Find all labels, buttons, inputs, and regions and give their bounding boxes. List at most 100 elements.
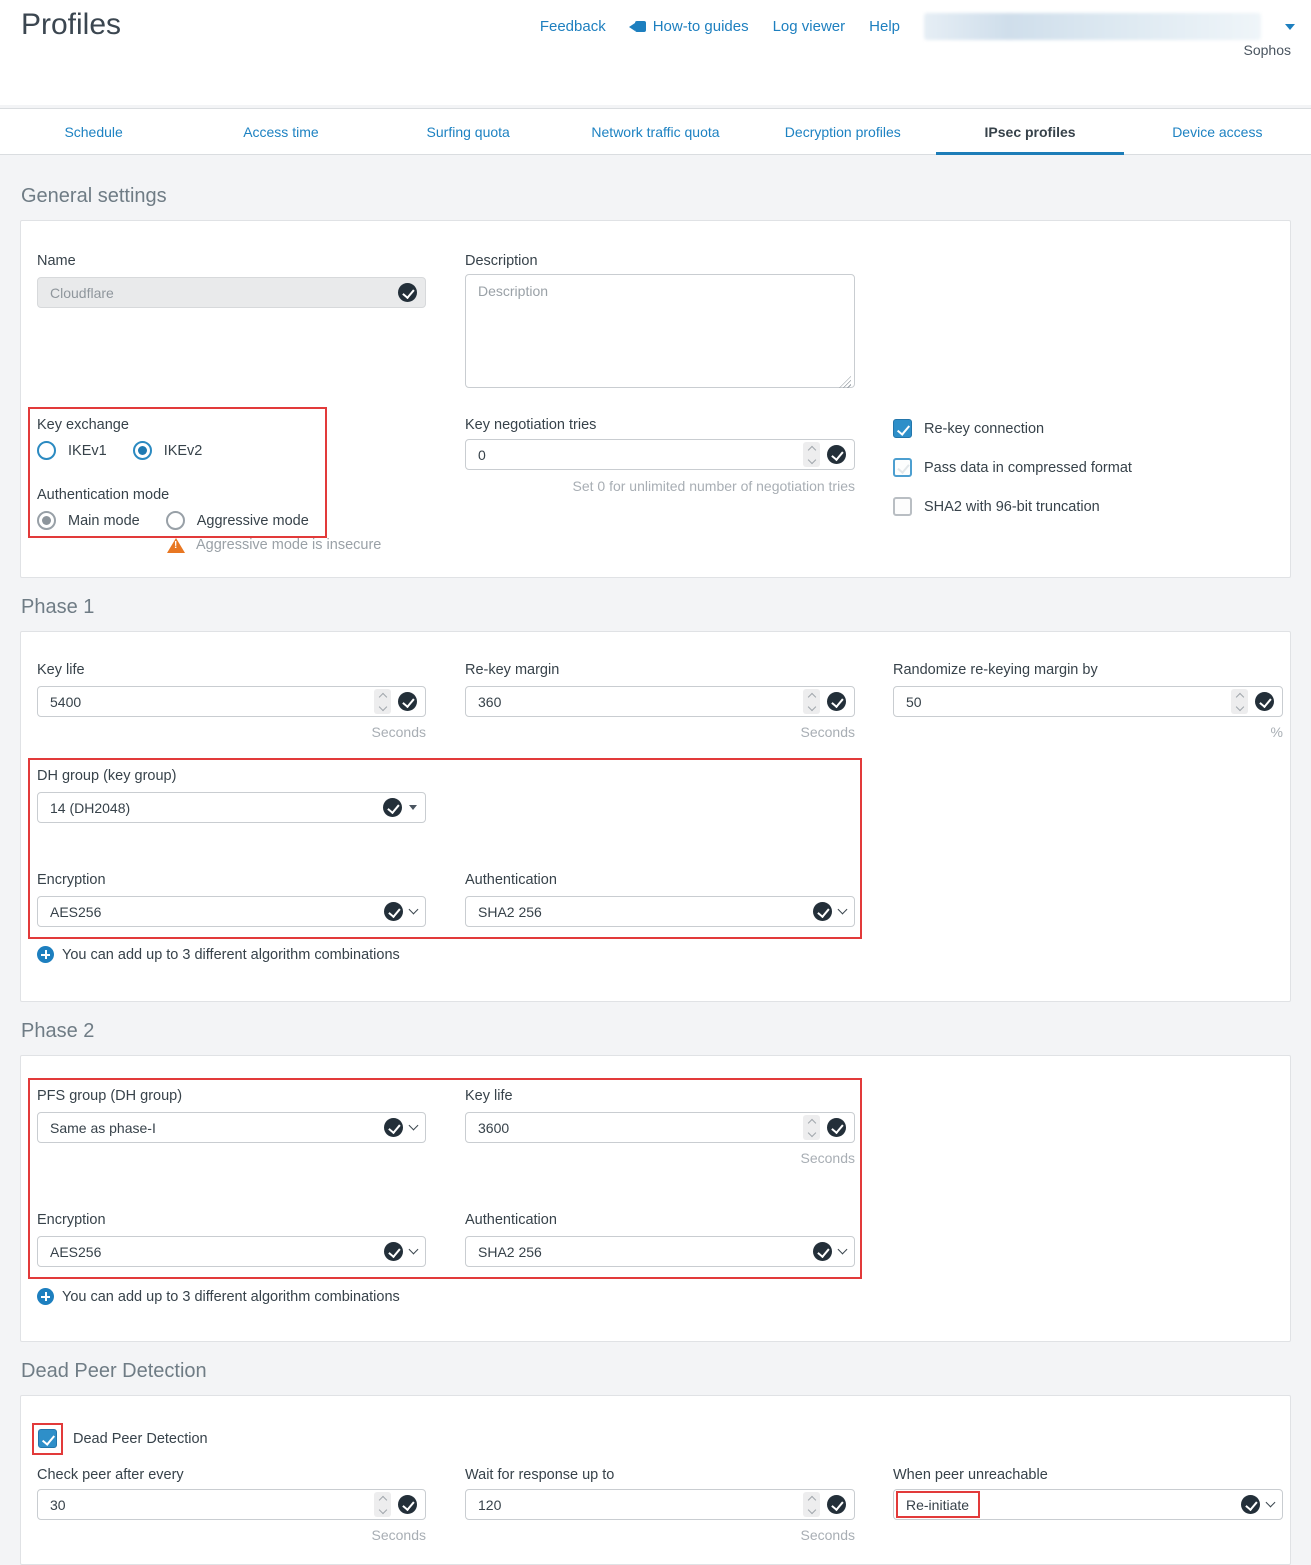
number-stepper[interactable] — [803, 689, 820, 714]
radio-ikev2-label: IKEv2 — [164, 443, 203, 459]
chevron-down-icon — [409, 1245, 419, 1255]
howto-guides-label: How-to guides — [653, 18, 749, 35]
radio-aggressive-mode[interactable] — [166, 511, 185, 530]
radio-aggressive-mode-label: Aggressive mode — [197, 513, 309, 529]
p1-add-combination-note: You can add up to 3 different algorithm … — [37, 946, 400, 963]
feedback-link[interactable]: Feedback — [540, 18, 606, 35]
number-stepper[interactable] — [803, 442, 820, 467]
p1-randomize-label: Randomize re-keying margin by — [893, 662, 1098, 678]
valid-check-icon — [398, 283, 417, 302]
valid-check-icon — [813, 1242, 832, 1261]
key-negotiation-input[interactable] — [478, 447, 803, 463]
p1-key-life-input[interactable] — [50, 694, 374, 710]
p1-rekey-margin-field — [465, 686, 855, 717]
p2-pfs-group-select[interactable]: Same as phase-I — [37, 1112, 426, 1143]
phase1-panel: Key life Seconds Re-key margin Seconds R… — [20, 631, 1291, 1002]
p1-randomize-input[interactable] — [906, 694, 1231, 710]
p2-pfs-group-value: Same as phase-I — [50, 1120, 384, 1136]
description-label: Description — [465, 253, 538, 269]
p1-encryption-select[interactable]: AES256 — [37, 896, 426, 927]
number-stepper[interactable] — [803, 1115, 820, 1140]
p2-encryption-value: AES256 — [50, 1244, 384, 1260]
radio-main-mode[interactable] — [37, 511, 56, 530]
sha2-truncation-checkbox[interactable] — [893, 497, 912, 516]
p2-key-life-input[interactable] — [478, 1120, 803, 1136]
p1-rekey-margin-input[interactable] — [478, 694, 803, 710]
name-field — [37, 277, 426, 308]
tab-surfing-quota[interactable]: Surfing quota — [375, 109, 562, 154]
tab-ipsec-profiles[interactable]: IPsec profiles — [936, 109, 1123, 154]
tab-schedule[interactable]: Schedule — [0, 109, 187, 154]
tab-bar: Schedule Access time Surfing quota Netwo… — [0, 108, 1311, 155]
key-negotiation-field — [465, 439, 855, 470]
account-selector-redacted[interactable] — [924, 13, 1261, 40]
caret-down-icon[interactable] — [1285, 24, 1295, 30]
key-negotiation-label: Key negotiation tries — [465, 417, 596, 433]
p2-encryption-label: Encryption — [37, 1212, 106, 1228]
name-input — [50, 285, 398, 301]
valid-check-icon — [384, 1118, 403, 1137]
number-stepper[interactable] — [803, 1492, 820, 1517]
p1-key-life-unit: Seconds — [37, 724, 426, 740]
chevron-down-icon — [838, 1245, 848, 1255]
p1-key-life-label: Key life — [37, 662, 85, 678]
p1-dh-group-value: 14 (DH2048) — [50, 800, 383, 816]
plus-circle-icon[interactable] — [37, 1288, 54, 1305]
radio-ikev2[interactable] — [133, 441, 152, 460]
valid-check-icon — [827, 1495, 846, 1514]
p1-randomize-unit: % — [893, 724, 1283, 740]
dpd-wait-response-unit: Seconds — [465, 1527, 855, 1543]
p1-rekey-margin-label: Re-key margin — [465, 662, 559, 678]
p2-authentication-label: Authentication — [465, 1212, 557, 1228]
dpd-check-peer-unit: Seconds — [37, 1527, 426, 1543]
p1-dh-group-select[interactable]: 14 (DH2048) — [37, 792, 426, 823]
sha2-truncation-label: SHA2 with 96-bit truncation — [924, 499, 1100, 515]
plus-circle-icon[interactable] — [37, 946, 54, 963]
description-textarea[interactable] — [465, 274, 855, 388]
phase2-panel: PFS group (DH group) Same as phase-I Key… — [20, 1055, 1291, 1342]
howto-guides-link[interactable]: How-to guides — [630, 18, 749, 35]
tab-network-traffic-quota[interactable]: Network traffic quota — [562, 109, 749, 154]
general-settings-title: General settings — [21, 185, 1290, 208]
chevron-down-icon — [1266, 1498, 1276, 1508]
tab-decryption-profiles[interactable]: Decryption profiles — [749, 109, 936, 154]
warning-triangle-icon — [167, 538, 185, 553]
dpd-wait-response-label: Wait for response up to — [465, 1467, 614, 1483]
rekey-connection-checkbox[interactable] — [893, 419, 912, 438]
help-link[interactable]: Help — [869, 18, 900, 35]
phase2-title: Phase 2 — [21, 1020, 1290, 1043]
p2-encryption-select[interactable]: AES256 — [37, 1236, 426, 1267]
caret-down-icon — [409, 805, 417, 810]
p1-authentication-label: Authentication — [465, 872, 557, 888]
valid-check-icon — [827, 1118, 846, 1137]
compressed-format-checkbox[interactable] — [893, 458, 912, 477]
dpd-when-unreachable-select[interactable]: Re-initiate — [893, 1489, 1283, 1520]
aggressive-mode-warning: Aggressive mode is insecure — [167, 537, 381, 553]
dpd-wait-response-input[interactable] — [478, 1497, 803, 1513]
radio-ikev1-label: IKEv1 — [68, 443, 107, 459]
dpd-panel: Dead Peer Detection Check peer after eve… — [20, 1395, 1291, 1565]
dpd-check-peer-input[interactable] — [50, 1497, 374, 1513]
number-stepper[interactable] — [1231, 689, 1248, 714]
dpd-enable-checkbox[interactable] — [38, 1429, 57, 1448]
p2-add-combination-text: You can add up to 3 different algorithm … — [62, 1289, 400, 1305]
dpd-enable-row: Dead Peer Detection — [38, 1429, 208, 1448]
dpd-enable-label: Dead Peer Detection — [73, 1431, 208, 1447]
rekey-connection-label: Re-key connection — [924, 421, 1044, 437]
valid-check-icon — [384, 1242, 403, 1261]
tab-access-time[interactable]: Access time — [187, 109, 374, 154]
p2-authentication-select[interactable]: SHA2 256 — [465, 1236, 855, 1267]
radio-ikev1[interactable] — [37, 441, 56, 460]
valid-check-icon — [827, 445, 846, 464]
auth-mode-label: Authentication mode — [37, 487, 169, 503]
number-stepper[interactable] — [374, 1492, 391, 1517]
auth-mode-radios: Main mode Aggressive mode — [37, 511, 309, 530]
tab-device-access[interactable]: Device access — [1124, 109, 1311, 154]
valid-check-icon — [383, 798, 402, 817]
valid-check-icon — [398, 692, 417, 711]
number-stepper[interactable] — [374, 689, 391, 714]
p1-dh-group-label: DH group (key group) — [37, 768, 176, 784]
chevron-down-icon — [409, 1121, 419, 1131]
log-viewer-link[interactable]: Log viewer — [773, 18, 846, 35]
p1-authentication-select[interactable]: SHA2 256 — [465, 896, 855, 927]
